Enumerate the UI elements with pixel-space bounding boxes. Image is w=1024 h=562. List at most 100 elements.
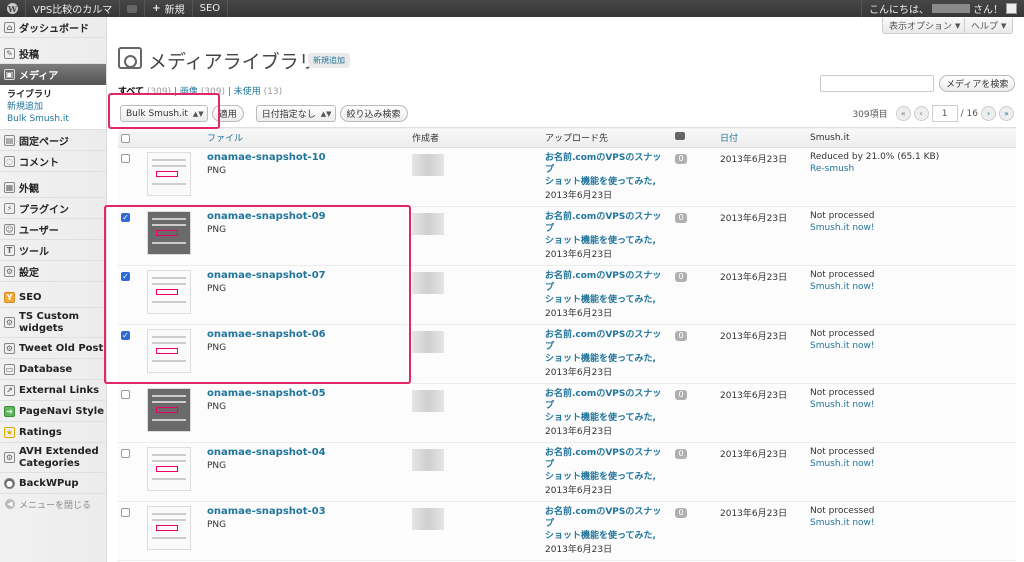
menu-external-links[interactable]: ↗ External Links	[0, 380, 106, 401]
thumbnail-image[interactable]	[147, 388, 191, 432]
bulk-action-select[interactable]: Bulk Smush.it ▲▼	[120, 105, 208, 122]
smush-action-link[interactable]: Re-smush	[810, 164, 1013, 174]
menu-settings[interactable]: ⚙ 設定	[0, 261, 106, 282]
help-button[interactable]: ヘルプ ▼	[964, 18, 1014, 34]
menu-pages[interactable]: ▤ 固定ページ	[0, 130, 106, 151]
row-checkbox[interactable]: ✓	[121, 272, 130, 281]
row-checkbox[interactable]	[121, 154, 130, 163]
file-name-link[interactable]: onamae-snapshot-07	[207, 270, 406, 281]
search-media-button[interactable]: メディアを検索	[939, 75, 1016, 92]
thumbnail-image[interactable]	[147, 506, 191, 550]
menu-posts[interactable]: ✎ 投稿	[0, 43, 106, 64]
attached-post-link[interactable]: お名前.comのVPSのスナップ ショット機能を使ってみた,	[545, 388, 669, 424]
menu-avh-extended-categories[interactable]: ⚙ AVH Extended Categories	[0, 443, 106, 473]
pagenavi-icon: ➜	[4, 405, 15, 417]
file-name-link[interactable]: onamae-snapshot-03	[207, 506, 406, 517]
attached-post-link[interactable]: お名前.comのVPSのスナップ ショット機能を使ってみた,	[545, 506, 669, 542]
attached-post-link[interactable]: お名前.comのVPSのスナップ ショット機能を使ってみた,	[545, 329, 669, 365]
menu-ratings[interactable]: ★ Ratings	[0, 422, 106, 443]
smush-action-link[interactable]: Smush.it now!	[810, 282, 1013, 292]
thumbnail-image[interactable]	[147, 270, 191, 314]
menu-appearance[interactable]: ▦ 外観	[0, 177, 106, 198]
thumbnail-image[interactable]	[147, 211, 191, 255]
comment-count-badge[interactable]: 0	[675, 508, 687, 518]
attached-post-link[interactable]: お名前.comのVPSのスナップ ショット機能を使ってみた,	[545, 152, 669, 188]
comment-count-badge[interactable]: 0	[675, 272, 687, 282]
prev-page-button[interactable]: ‹	[913, 106, 929, 121]
wp-logo-menu[interactable]: W	[0, 0, 26, 17]
submenu-bulk-smush[interactable]: Bulk Smush.it	[7, 113, 106, 125]
submenu-bulk-smush-link[interactable]: Bulk Smush.it	[7, 114, 69, 124]
site-name-link[interactable]: VPS比較のカルマ	[26, 0, 121, 17]
filter-images[interactable]: 画像	[180, 87, 198, 97]
filter-unattached[interactable]: 未使用	[234, 87, 261, 97]
last-page-button[interactable]: »	[999, 106, 1014, 121]
comment-count-badge[interactable]: 0	[675, 331, 687, 341]
row-checkbox[interactable]: ✓	[121, 213, 130, 222]
row-checkbox[interactable]: ✓	[121, 331, 130, 340]
current-page-input[interactable]: 1	[931, 105, 958, 122]
thumbnail-image[interactable]	[147, 447, 191, 491]
thumb-highlight	[156, 230, 178, 236]
menu-tweet-old-post[interactable]: ⚙ Tweet Old Post	[0, 338, 106, 359]
file-name-link[interactable]: onamae-snapshot-05	[207, 388, 406, 399]
collapse-menu-button[interactable]: ◀ メニューを閉じる	[0, 494, 106, 514]
screen-options-button[interactable]: 表示オプション ▼	[882, 18, 968, 34]
smush-action-link[interactable]: Smush.it now!	[810, 459, 1013, 469]
menu-pagenavi-style[interactable]: ➜ PageNavi Style	[0, 401, 106, 422]
first-page-button[interactable]: «	[895, 106, 911, 121]
submenu-add-new-link[interactable]: 新規追加	[7, 102, 43, 112]
submenu-add-new[interactable]: 新規追加	[7, 101, 106, 113]
attached-post-link[interactable]: お名前.comのVPSのスナップ ショット機能を使ってみた,	[545, 270, 669, 306]
smush-action-link[interactable]: Smush.it now!	[810, 400, 1013, 410]
seo-menu[interactable]: SEO	[193, 0, 229, 17]
column-date[interactable]: 日付	[717, 127, 807, 148]
row-checkbox[interactable]	[121, 390, 130, 399]
comments-menu[interactable]	[120, 0, 146, 17]
filter-button[interactable]: 絞り込み検索	[339, 105, 408, 122]
row-checkbox[interactable]	[121, 449, 130, 458]
smush-action-link[interactable]: Smush.it now!	[810, 341, 1013, 351]
comment-count-badge[interactable]: 0	[675, 213, 687, 223]
thumb-line	[152, 454, 186, 456]
add-new-button[interactable]: 新規追加	[308, 53, 350, 68]
menu-ts-custom-widgets[interactable]: ⚙ TS Custom widgets	[0, 308, 106, 338]
comment-count-badge[interactable]: 0	[675, 449, 687, 459]
thumbnail-image[interactable]	[147, 152, 191, 196]
attached-post-link[interactable]: お名前.comのVPSのスナップ ショット機能を使ってみた,	[545, 447, 669, 483]
new-content-menu[interactable]: + 新規	[145, 0, 193, 17]
attached-post-link[interactable]: お名前.comのVPSのスナップ ショット機能を使ってみた,	[545, 211, 669, 247]
menu-label: PageNavi Style	[19, 405, 105, 417]
thumbnail-image[interactable]	[147, 329, 191, 373]
menu-database[interactable]: ▭ Database	[0, 359, 106, 380]
file-name-link[interactable]: onamae-snapshot-06	[207, 329, 406, 340]
file-name-link[interactable]: onamae-snapshot-10	[207, 152, 406, 163]
menu-backwpup[interactable]: ● BackWPup	[0, 473, 106, 494]
file-name-link[interactable]: onamae-snapshot-09	[207, 211, 406, 222]
account-menu[interactable]: こんにちは、 さん！	[861, 0, 1024, 17]
column-comments[interactable]	[672, 127, 717, 148]
date-filter-select[interactable]: 日付指定なし ▲▼	[255, 105, 336, 122]
menu-media[interactable]: ▣ メディア	[0, 64, 106, 85]
menu-label: AVH Extended Categories	[19, 446, 99, 470]
menu-comments[interactable]: ◌ コメント	[0, 151, 106, 172]
menu-users[interactable]: ☺ ユーザー	[0, 219, 106, 240]
smush-action-link[interactable]: Smush.it now!	[810, 223, 1013, 233]
search-input[interactable]	[820, 75, 934, 92]
apply-button[interactable]: 適用	[211, 105, 244, 122]
menu-seo[interactable]: Y SEO	[0, 287, 106, 308]
comment-count-badge[interactable]: 0	[675, 390, 687, 400]
smush-action-link[interactable]: Smush.it now!	[810, 518, 1013, 528]
menu-dashboard[interactable]: ⌂ ダッシュボード	[0, 17, 106, 38]
comment-count-badge[interactable]: 0	[675, 154, 687, 164]
filter-all[interactable]: すべて	[118, 87, 144, 97]
menu-tools[interactable]: T ツール	[0, 240, 106, 261]
menu-plugins[interactable]: ⚡ プラグイン	[0, 198, 106, 219]
select-all-checkbox[interactable]	[121, 134, 130, 143]
row-checkbox[interactable]	[121, 508, 130, 517]
submenu-library[interactable]: ライブラリ	[7, 89, 106, 101]
uploaded-to-cell: お名前.comのVPSのスナップ ショット機能を使ってみた, 2013年6月23日	[542, 442, 672, 502]
next-page-button[interactable]: ›	[981, 106, 996, 121]
file-name-link[interactable]: onamae-snapshot-04	[207, 447, 406, 458]
column-file[interactable]: ファイル	[204, 127, 409, 148]
